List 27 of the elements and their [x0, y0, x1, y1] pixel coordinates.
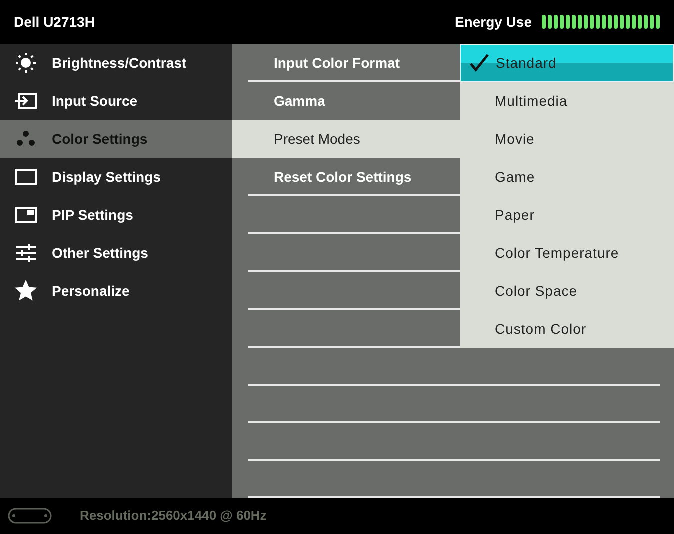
preset-option[interactable]: Multimedia [460, 82, 674, 120]
star-icon [14, 279, 38, 303]
preset-option[interactable]: Paper [460, 196, 674, 234]
resolution-text: Resolution:2560x1440 @ 60Hz [80, 507, 267, 526]
monitor-model-title: Dell U2713H [14, 12, 95, 32]
submenu-item[interactable]: Input Color Format [232, 44, 460, 82]
checkmark-icon [468, 54, 488, 72]
sliders-icon [14, 241, 38, 265]
logo-outline-icon [8, 508, 52, 524]
preset-option[interactable]: Color Temperature [460, 234, 674, 272]
sidebar-item[interactable]: Personalize [0, 272, 232, 310]
sidebar-item[interactable]: Brightness/Contrast [0, 44, 232, 82]
brightness-icon [14, 51, 38, 75]
sidebar-item[interactable]: Display Settings [0, 158, 232, 196]
sidebar-item[interactable]: Other Settings [0, 234, 232, 272]
preset-option[interactable]: Color Space [460, 272, 674, 310]
preset-option[interactable]: Game [460, 158, 674, 196]
sidebar-item[interactable]: Input Source [0, 82, 232, 120]
submenu-item[interactable]: Gamma [232, 82, 460, 120]
preset-option[interactable]: Standard [460, 44, 674, 82]
submenu-item[interactable]: Preset Modes [232, 120, 460, 158]
sidebar-item[interactable]: Color Settings [0, 120, 232, 158]
sidebar-item[interactable]: PIP Settings [0, 196, 232, 234]
preset-option[interactable]: Movie [460, 120, 674, 158]
energy-use-label: Energy Use [454, 12, 532, 32]
submenu-item[interactable]: Reset Color Settings [232, 158, 460, 196]
preset-option[interactable]: Custom Color [460, 310, 674, 348]
